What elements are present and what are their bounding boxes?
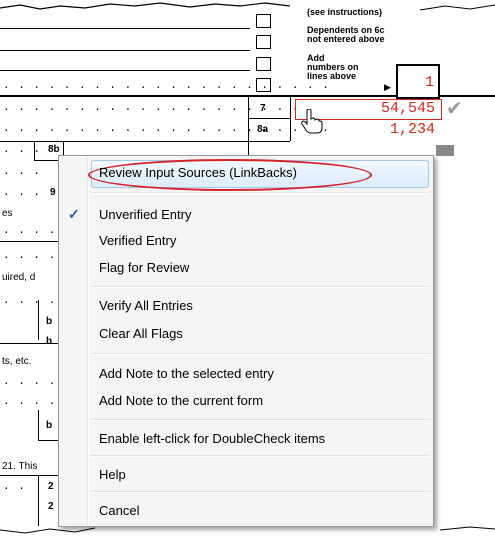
menu-item-enable-left-click[interactable]: Enable left-click for DoubleCheck items — [99, 431, 325, 447]
menu-separator — [91, 353, 430, 355]
dot-leader: . . . — [3, 166, 42, 178]
dot-leader: . . . . — [3, 225, 57, 237]
menu-item-unverified-entry[interactable]: Unverified Entry — [99, 207, 191, 223]
menu-item-clear-all-flags[interactable]: Clear All Flags — [99, 326, 183, 342]
menu-separator — [91, 286, 430, 288]
line-b-label: b — [46, 316, 53, 327]
line-text-fragment: ts, etc. — [2, 356, 32, 367]
context-menu: Review Input Sources (LinkBacks) ✓ Unver… — [58, 155, 434, 527]
dot-leader: . . . . — [3, 376, 57, 388]
dot-leader: . . . . . . . . . . . . . . . . . . . . … — [3, 123, 330, 135]
dependents-note: Dependents on 6c not entered above — [307, 25, 385, 44]
dot-leader: . . . . — [3, 396, 57, 408]
line-text-fragment: uired, d — [2, 272, 36, 283]
menu-icon-gutter — [87, 158, 89, 524]
menu-item-flag-for-review[interactable]: Flag for Review — [99, 260, 189, 276]
menu-item-add-note-current-form[interactable]: Add Note to the current form — [99, 393, 263, 409]
arrow-right-icon: ▶ — [384, 82, 391, 92]
line-9-label: 9 — [50, 187, 56, 198]
line-2-label: 2 — [48, 481, 54, 492]
menu-item-help[interactable]: Help — [99, 467, 126, 483]
menu-separator — [91, 491, 430, 493]
menu-item-cancel[interactable]: Cancel — [99, 503, 139, 519]
checkbox[interactable] — [256, 35, 271, 49]
line-text-fragment: es — [2, 208, 13, 219]
dot-leader: . . . . . . . . . . . . . . . . . . . . … — [3, 80, 330, 92]
dot-leader: . . . — [3, 187, 42, 199]
line-8a-label: 8a — [257, 124, 269, 135]
checkbox[interactable] — [256, 57, 271, 71]
menu-item-verify-all-entries[interactable]: Verify All Entries — [99, 298, 193, 314]
line-7-label: 7 — [260, 103, 266, 114]
menu-separator — [91, 419, 430, 421]
total-value[interactable]: 1 — [400, 74, 434, 91]
dot-leader: . . — [3, 481, 26, 493]
line-b-label: b — [46, 336, 53, 347]
menu-item-verified-entry[interactable]: Verified Entry — [99, 233, 176, 249]
hand-pointer-icon — [301, 109, 323, 134]
dot-leader: . . . . — [3, 295, 57, 307]
dot-leader: . . . — [3, 144, 42, 156]
menu-item-review-input-sources[interactable]: Review Input Sources (LinkBacks) — [99, 165, 297, 181]
line-text-fragment: 21. This — [2, 461, 38, 472]
dot-leader: . . . . . . . . . . . . . . . . . . . . … — [3, 102, 330, 114]
add-numbers-note: Add numbers on lines above — [307, 53, 359, 81]
gray-checkmark-icon: ✔ — [446, 98, 463, 120]
line-8b-label: 8b — [48, 144, 60, 155]
checkbox[interactable] — [256, 14, 271, 28]
checkmark-icon: ✓ — [68, 206, 80, 222]
menu-item-add-note-selected-entry[interactable]: Add Note to the selected entry — [99, 366, 274, 382]
line-b-label: b — [46, 420, 53, 431]
header-note: (see instructions) — [307, 7, 383, 17]
dot-leader: . . . . — [3, 250, 57, 262]
menu-separator — [91, 455, 430, 457]
menu-separator — [91, 192, 430, 194]
line-2-label: 2 — [48, 501, 54, 512]
gray-shaded-cell — [436, 145, 454, 156]
